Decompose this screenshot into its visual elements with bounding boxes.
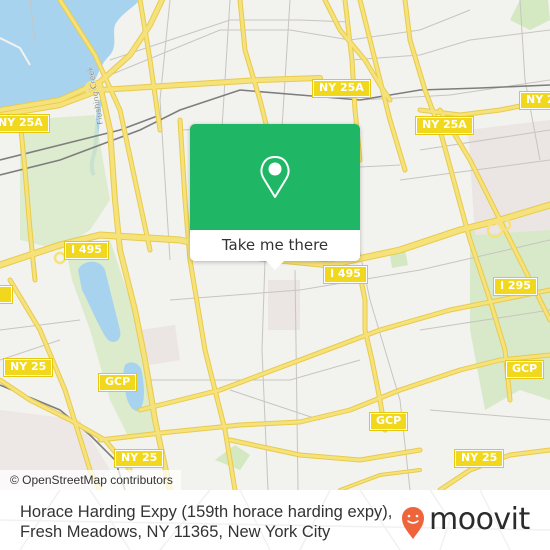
road-shield-ny25: NY 25 — [2, 358, 54, 377]
map-pin-icon — [260, 156, 290, 198]
map-attribution[interactable]: © OpenStreetMap contributors — [0, 470, 181, 490]
road-shield-ny25: NY 25 — [453, 449, 505, 468]
popup-header[interactable] — [190, 124, 360, 230]
road-shield-i495: I 495 — [64, 241, 109, 260]
moovit-pin-smile-icon — [402, 507, 424, 539]
footer-bar: Horace Harding Expy (159th horace hardin… — [0, 490, 550, 550]
map-view[interactable]: Flushing Creek NY 25A NY 25A NY 25A NY 2… — [0, 0, 550, 490]
moovit-wordmark: moovit — [429, 502, 530, 537]
road-shield-ny25a: NY 25A — [415, 116, 474, 135]
road-shield-gcp: GCP — [504, 360, 545, 379]
small-park-3 — [510, 0, 550, 30]
road-shield-gcp: GCP — [97, 373, 138, 392]
road-shield-i295: I 295 — [493, 277, 538, 296]
road-shield-ny25a: NY 25A — [0, 114, 50, 133]
popup-pointer — [266, 261, 284, 270]
location-popup: Take me there — [190, 124, 360, 270]
take-me-there-button[interactable]: Take me there — [190, 230, 360, 261]
address-line-2: Fresh Meadows, NY 11365, New York City — [20, 523, 331, 541]
moovit-logo[interactable]: moovit — [400, 503, 540, 539]
address-line-1: Horace Harding Expy (159th horace hardin… — [20, 503, 393, 521]
road-shield-ny25a: NY 25A — [519, 91, 550, 110]
road-shield-i495: I 495 — [323, 265, 368, 284]
road-shield-i495-edge — [0, 285, 13, 304]
address-text: Horace Harding Expy (159th horace hardin… — [20, 502, 392, 542]
road-shield-ny25a: NY 25A — [312, 79, 371, 98]
road-shield-gcp: GCP — [368, 412, 409, 431]
road-shield-ny25: NY 25 — [113, 449, 165, 468]
